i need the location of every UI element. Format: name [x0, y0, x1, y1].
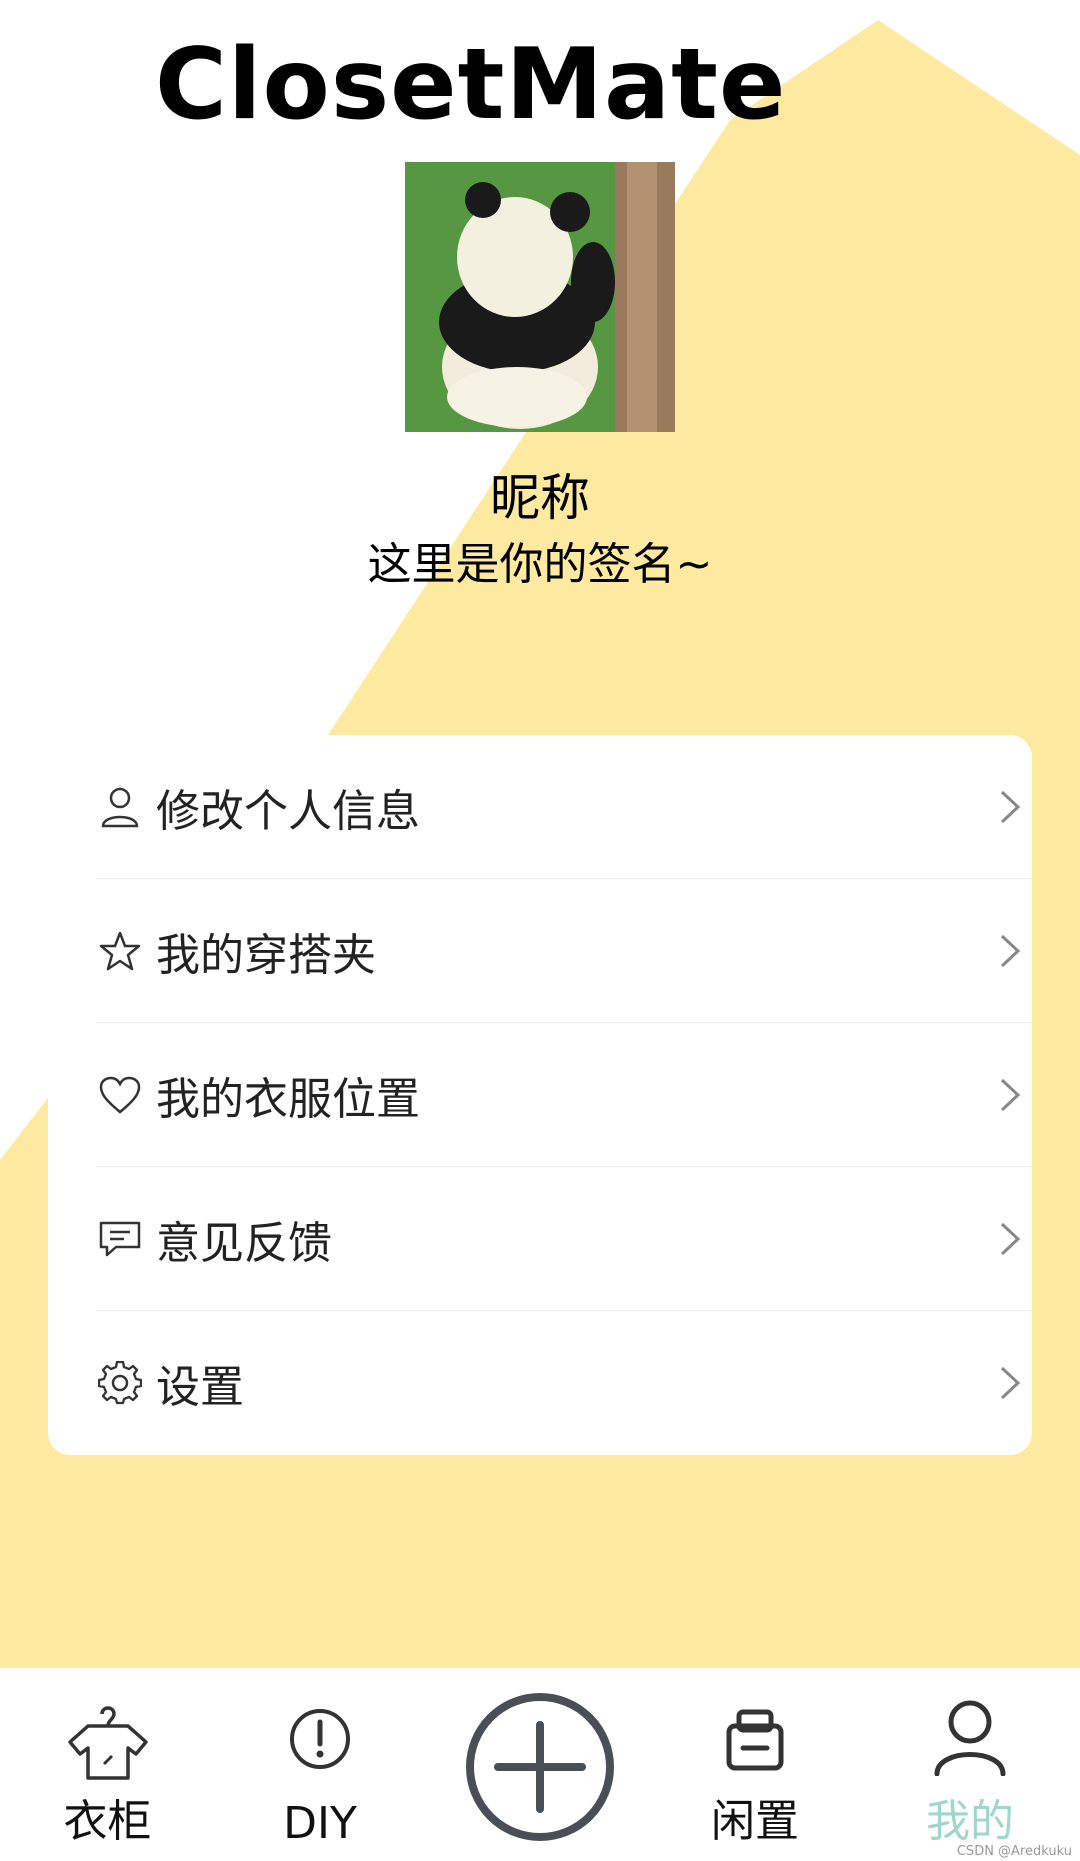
user-icon: [934, 1700, 1006, 1776]
chevron-right-icon: [1000, 934, 1021, 968]
menu-card: 修改个人信息 我的穿搭夹 我的衣服位置 意见反馈 设置: [48, 735, 1032, 1455]
gear-icon: [96, 1359, 144, 1407]
menu-item-label: 修改个人信息: [156, 786, 420, 837]
watermark: CSDN @Aredkuku: [956, 1844, 1072, 1859]
user-icon: [96, 783, 144, 831]
menu-item-outfit-folder[interactable]: 我的穿搭夹: [96, 879, 1032, 1023]
menu-item-feedback[interactable]: 意见反馈: [96, 1167, 1032, 1311]
heart-icon: [96, 1071, 144, 1119]
tab-add[interactable]: [460, 1668, 620, 1861]
alert-circle-icon: [290, 1709, 350, 1769]
app-title: ClosetMate: [155, 28, 787, 142]
tab-label: DIY: [283, 1798, 357, 1849]
menu-item-label: 意见反馈: [156, 1218, 332, 1269]
panda-photo-icon: [405, 162, 675, 432]
tab-label: 我的: [926, 1796, 1014, 1847]
star-icon: [96, 927, 144, 975]
tab-wardrobe[interactable]: 衣柜: [40, 1668, 175, 1861]
menu-item-label: 设置: [156, 1362, 244, 1413]
tab-diy[interactable]: DIY: [255, 1668, 385, 1861]
tab-label: 衣柜: [63, 1796, 152, 1847]
signature[interactable]: 这里是你的签名~: [0, 528, 1080, 592]
nickname[interactable]: 昵称: [0, 458, 1080, 530]
tab-label: 闲置: [711, 1796, 799, 1847]
chevron-right-icon: [1000, 1222, 1021, 1256]
tab-bar: 衣柜 DIY 闲置 我的: [0, 1668, 1080, 1861]
menu-item-edit-profile[interactable]: 修改个人信息: [96, 735, 1032, 879]
menu-item-label: 我的衣服位置: [156, 1074, 420, 1125]
tab-mine[interactable]: 我的: [905, 1668, 1035, 1861]
chevron-right-icon: [1000, 1078, 1021, 1112]
menu-item-clothes-location[interactable]: 我的衣服位置: [96, 1023, 1032, 1167]
hanger-shirt-icon: [67, 1706, 148, 1780]
menu-item-settings[interactable]: 设置: [96, 1311, 1032, 1455]
menu-item-label: 我的穿搭夹: [156, 930, 376, 981]
plus-circle-icon: [466, 1693, 614, 1841]
tab-idle[interactable]: 闲置: [690, 1668, 820, 1861]
feedback-icon: [96, 1215, 144, 1263]
chevron-right-icon: [1000, 790, 1021, 824]
chevron-right-icon: [1000, 1366, 1021, 1400]
avatar[interactable]: [405, 162, 675, 432]
box-icon: [726, 1709, 784, 1771]
